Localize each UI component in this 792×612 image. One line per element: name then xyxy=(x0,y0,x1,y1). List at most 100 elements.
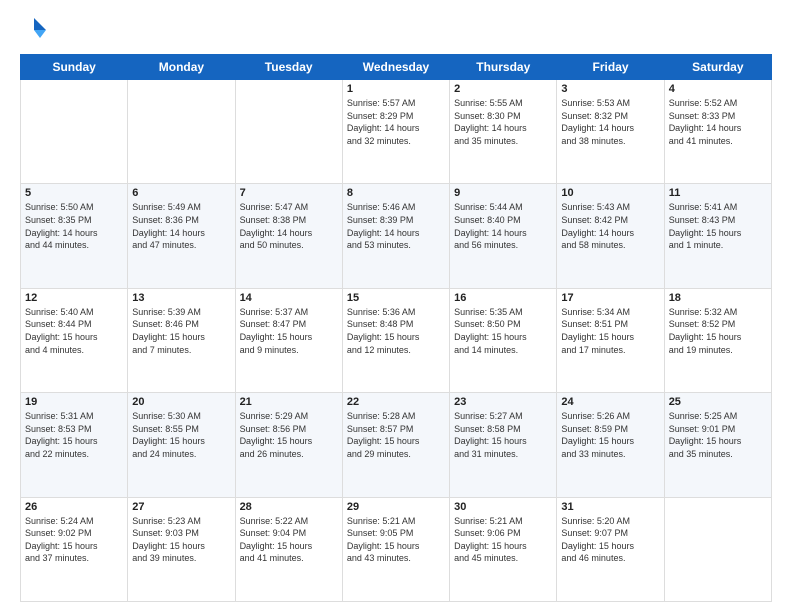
day-info: Sunrise: 5:35 AM Sunset: 8:50 PM Dayligh… xyxy=(454,306,552,356)
calendar-cell: 9Sunrise: 5:44 AM Sunset: 8:40 PM Daylig… xyxy=(450,184,557,288)
weekday-header-monday: Monday xyxy=(128,55,235,80)
day-info: Sunrise: 5:55 AM Sunset: 8:30 PM Dayligh… xyxy=(454,97,552,147)
day-number: 5 xyxy=(25,187,123,199)
day-info: Sunrise: 5:39 AM Sunset: 8:46 PM Dayligh… xyxy=(132,306,230,356)
day-info: Sunrise: 5:20 AM Sunset: 9:07 PM Dayligh… xyxy=(561,515,659,565)
day-info: Sunrise: 5:44 AM Sunset: 8:40 PM Dayligh… xyxy=(454,201,552,251)
day-number: 10 xyxy=(561,187,659,199)
day-number: 2 xyxy=(454,83,552,95)
day-info: Sunrise: 5:50 AM Sunset: 8:35 PM Dayligh… xyxy=(25,201,123,251)
calendar-cell: 18 Sunrise: 5:32 AM Sunset: 8:52 PM Dayli… xyxy=(664,288,771,392)
calendar-cell: 28 Sunrise: 5:22 AM Sunset: 9:04 PM Dayli… xyxy=(235,497,342,601)
calendar-cell: 11 Sunrise: 5:41 AM Sunset: 8:43 PM Dayli… xyxy=(664,184,771,288)
day-info: Sunrise: 5:31 AM Sunset: 8:53 PM Dayligh… xyxy=(25,410,123,460)
calendar-cell: 15 Sunrise: 5:36 AM Sunset: 8:48 PM Dayli… xyxy=(342,288,449,392)
calendar-cell: 2 Sunrise: 5:55 AM Sunset: 8:30 PM Daylig… xyxy=(450,80,557,184)
day-number: 16 xyxy=(454,292,552,304)
calendar-cell: 10 Sunrise: 5:43 AM Sunset: 8:42 PM Dayli… xyxy=(557,184,664,288)
day-number: 26 xyxy=(25,501,123,513)
logo-icon xyxy=(20,16,48,44)
day-number: 25 xyxy=(669,396,767,408)
day-number: 28 xyxy=(240,501,338,513)
day-info: Sunrise: 5:32 AM Sunset: 8:52 PM Dayligh… xyxy=(669,306,767,356)
calendar-cell: 3 Sunrise: 5:53 AM Sunset: 8:32 PM Daylig… xyxy=(557,80,664,184)
day-info: Sunrise: 5:21 AM Sunset: 9:06 PM Dayligh… xyxy=(454,515,552,565)
day-info: Sunrise: 5:36 AM Sunset: 8:48 PM Dayligh… xyxy=(347,306,445,356)
calendar-week-4: 19 Sunrise: 5:31 AM Sunset: 8:53 PM Dayli… xyxy=(21,393,772,497)
weekday-header-sunday: Sunday xyxy=(21,55,128,80)
day-info: Sunrise: 5:40 AM Sunset: 8:44 PM Dayligh… xyxy=(25,306,123,356)
day-info: Sunrise: 5:24 AM Sunset: 9:02 PM Dayligh… xyxy=(25,515,123,565)
day-number: 22 xyxy=(347,396,445,408)
day-number: 12 xyxy=(25,292,123,304)
calendar-cell: 17 Sunrise: 5:34 AM Sunset: 8:51 PM Dayli… xyxy=(557,288,664,392)
weekday-header-tuesday: Tuesday xyxy=(235,55,342,80)
day-number: 6 xyxy=(132,187,230,199)
day-info: Sunrise: 5:21 AM Sunset: 9:05 PM Dayligh… xyxy=(347,515,445,565)
header xyxy=(20,16,772,44)
day-number: 3 xyxy=(561,83,659,95)
day-info: Sunrise: 5:28 AM Sunset: 8:57 PM Dayligh… xyxy=(347,410,445,460)
calendar-cell: 6Sunrise: 5:49 AM Sunset: 8:36 PM Daylig… xyxy=(128,184,235,288)
day-number: 11 xyxy=(669,187,767,199)
calendar-cell: 29 Sunrise: 5:21 AM Sunset: 9:05 PM Dayli… xyxy=(342,497,449,601)
day-info: Sunrise: 5:29 AM Sunset: 8:56 PM Dayligh… xyxy=(240,410,338,460)
calendar-cell: 26 Sunrise: 5:24 AM Sunset: 9:02 PM Dayli… xyxy=(21,497,128,601)
calendar-cell: 19 Sunrise: 5:31 AM Sunset: 8:53 PM Dayli… xyxy=(21,393,128,497)
calendar-week-3: 12 Sunrise: 5:40 AM Sunset: 8:44 PM Dayli… xyxy=(21,288,772,392)
day-number: 1 xyxy=(347,83,445,95)
day-info: Sunrise: 5:23 AM Sunset: 9:03 PM Dayligh… xyxy=(132,515,230,565)
day-number: 17 xyxy=(561,292,659,304)
calendar-cell xyxy=(21,80,128,184)
weekday-header-saturday: Saturday xyxy=(664,55,771,80)
day-number: 4 xyxy=(669,83,767,95)
day-info: Sunrise: 5:30 AM Sunset: 8:55 PM Dayligh… xyxy=(132,410,230,460)
calendar-cell: 12 Sunrise: 5:40 AM Sunset: 8:44 PM Dayli… xyxy=(21,288,128,392)
day-info: Sunrise: 5:57 AM Sunset: 8:29 PM Dayligh… xyxy=(347,97,445,147)
day-number: 13 xyxy=(132,292,230,304)
day-info: Sunrise: 5:26 AM Sunset: 8:59 PM Dayligh… xyxy=(561,410,659,460)
calendar-week-2: 5 Sunrise: 5:50 AM Sunset: 8:35 PM Daylig… xyxy=(21,184,772,288)
calendar-cell: 4 Sunrise: 5:52 AM Sunset: 8:33 PM Daylig… xyxy=(664,80,771,184)
day-number: 15 xyxy=(347,292,445,304)
page: SundayMondayTuesdayWednesdayThursdayFrid… xyxy=(0,0,792,612)
day-info: Sunrise: 5:52 AM Sunset: 8:33 PM Dayligh… xyxy=(669,97,767,147)
day-info: Sunrise: 5:22 AM Sunset: 9:04 PM Dayligh… xyxy=(240,515,338,565)
calendar-cell: 30Sunrise: 5:21 AM Sunset: 9:06 PM Dayli… xyxy=(450,497,557,601)
calendar-week-5: 26 Sunrise: 5:24 AM Sunset: 9:02 PM Dayli… xyxy=(21,497,772,601)
calendar-cell: 13 Sunrise: 5:39 AM Sunset: 8:46 PM Dayli… xyxy=(128,288,235,392)
calendar-week-1: 1 Sunrise: 5:57 AM Sunset: 8:29 PM Daylig… xyxy=(21,80,772,184)
calendar-cell: 5 Sunrise: 5:50 AM Sunset: 8:35 PM Daylig… xyxy=(21,184,128,288)
day-info: Sunrise: 5:41 AM Sunset: 8:43 PM Dayligh… xyxy=(669,201,767,251)
day-number: 21 xyxy=(240,396,338,408)
calendar-cell: 24 Sunrise: 5:26 AM Sunset: 8:59 PM Dayli… xyxy=(557,393,664,497)
calendar-cell: 27Sunrise: 5:23 AM Sunset: 9:03 PM Dayli… xyxy=(128,497,235,601)
day-number: 7 xyxy=(240,187,338,199)
day-number: 23 xyxy=(454,396,552,408)
day-info: Sunrise: 5:25 AM Sunset: 9:01 PM Dayligh… xyxy=(669,410,767,460)
day-number: 29 xyxy=(347,501,445,513)
day-number: 19 xyxy=(25,396,123,408)
calendar-cell: 20 Sunrise: 5:30 AM Sunset: 8:55 PM Dayli… xyxy=(128,393,235,497)
calendar-cell: 14Sunrise: 5:37 AM Sunset: 8:47 PM Dayli… xyxy=(235,288,342,392)
calendar-cell: 8 Sunrise: 5:46 AM Sunset: 8:39 PM Daylig… xyxy=(342,184,449,288)
weekday-header-row: SundayMondayTuesdayWednesdayThursdayFrid… xyxy=(21,55,772,80)
day-number: 20 xyxy=(132,396,230,408)
calendar-cell: 25 Sunrise: 5:25 AM Sunset: 9:01 PM Dayli… xyxy=(664,393,771,497)
day-info: Sunrise: 5:34 AM Sunset: 8:51 PM Dayligh… xyxy=(561,306,659,356)
day-number: 8 xyxy=(347,187,445,199)
calendar-cell: 22 Sunrise: 5:28 AM Sunset: 8:57 PM Dayli… xyxy=(342,393,449,497)
calendar-table: SundayMondayTuesdayWednesdayThursdayFrid… xyxy=(20,54,772,602)
day-number: 18 xyxy=(669,292,767,304)
day-info: Sunrise: 5:43 AM Sunset: 8:42 PM Dayligh… xyxy=(561,201,659,251)
day-info: Sunrise: 5:46 AM Sunset: 8:39 PM Dayligh… xyxy=(347,201,445,251)
calendar-cell xyxy=(664,497,771,601)
calendar-cell xyxy=(128,80,235,184)
day-info: Sunrise: 5:53 AM Sunset: 8:32 PM Dayligh… xyxy=(561,97,659,147)
logo xyxy=(20,16,52,44)
calendar-cell: 7 Sunrise: 5:47 AM Sunset: 8:38 PM Daylig… xyxy=(235,184,342,288)
calendar-cell: 31Sunrise: 5:20 AM Sunset: 9:07 PM Dayli… xyxy=(557,497,664,601)
calendar-cell: 16 Sunrise: 5:35 AM Sunset: 8:50 PM Dayli… xyxy=(450,288,557,392)
day-number: 24 xyxy=(561,396,659,408)
day-info: Sunrise: 5:47 AM Sunset: 8:38 PM Dayligh… xyxy=(240,201,338,251)
